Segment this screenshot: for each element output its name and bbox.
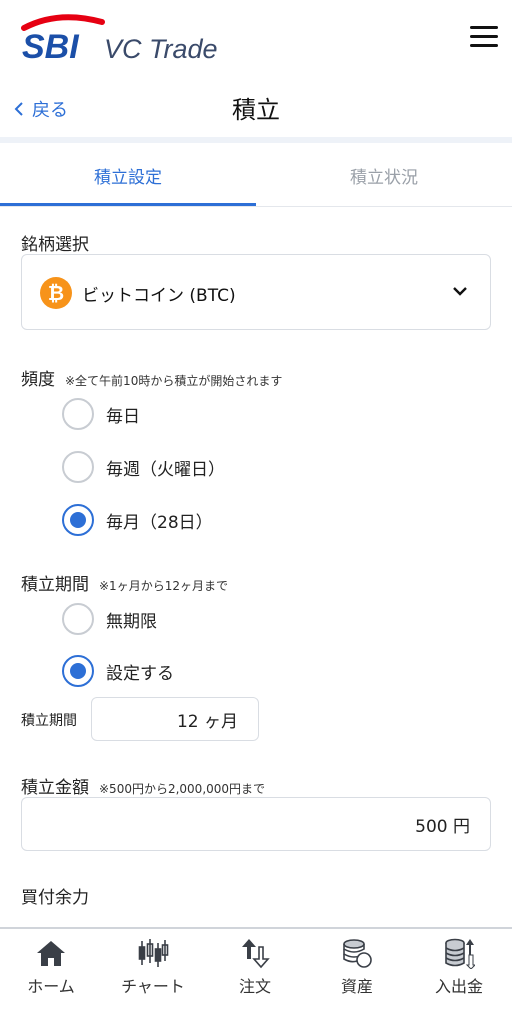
menu-button[interactable] — [470, 26, 498, 48]
radio-set-period[interactable] — [62, 655, 94, 687]
radio-label: 設定する — [106, 663, 174, 684]
sbi-vc-trade-logo[interactable]: SBI VC Trade — [18, 12, 238, 68]
active-tab-indicator — [0, 203, 256, 206]
menu-icon-bar — [470, 44, 498, 47]
home-icon — [37, 941, 65, 966]
frequency-option-daily[interactable]: 毎日 — [62, 397, 140, 431]
order-icon — [242, 939, 270, 969]
tab-bar: 積立設定 積立状況 — [0, 143, 512, 207]
radio-label: 毎週（火曜日） — [106, 459, 225, 480]
bottom-nav-order[interactable]: 注文 — [204, 929, 306, 1004]
bottom-nav-label: ホーム — [27, 977, 75, 996]
radio-label: 毎日 — [106, 406, 140, 427]
bottom-nav-label: 資産 — [340, 977, 373, 996]
chart-icon — [138, 939, 169, 967]
assets-icon — [343, 939, 372, 968]
page-title: 積立 — [232, 96, 280, 124]
radio-daily[interactable] — [62, 398, 94, 430]
frequency-option-monthly[interactable]: 毎月（28日） — [62, 503, 213, 537]
logo-vctrade-text: VC Trade — [104, 34, 218, 64]
tab-status[interactable]: 積立状況 — [256, 143, 512, 207]
period-option-set[interactable]: 設定する — [62, 654, 174, 688]
nav-bar: 戻る 積立 — [0, 80, 512, 136]
frequency-label: 頻度 — [21, 370, 55, 390]
app-header: SBI VC Trade — [0, 0, 512, 80]
amount-note: ※500円から2,000,000円まで — [99, 782, 266, 796]
chevron-down-icon — [453, 287, 467, 296]
bottom-nav-chart[interactable]: チャート — [102, 929, 204, 1004]
bottom-nav-deposit-withdraw[interactable]: 入出金 — [408, 929, 510, 1004]
frequency-note: ※全て午前10時から積立が開始されます — [65, 374, 283, 388]
symbol-select[interactable]: ₿ ビットコイン (BTC) — [21, 254, 491, 330]
menu-icon-bar — [470, 35, 498, 38]
frequency-option-weekly[interactable]: 毎週（火曜日） — [62, 450, 225, 484]
bottom-nav-label: チャート — [121, 977, 185, 996]
period-option-unlimited[interactable]: 無期限 — [62, 602, 157, 636]
bottom-nav-home[interactable]: ホーム — [0, 929, 102, 1004]
bitcoin-icon: ₿ — [40, 277, 72, 309]
radio-monthly[interactable] — [62, 504, 94, 536]
amount-input[interactable]: 500 円 — [21, 797, 491, 851]
amount-label: 積立金額 — [21, 778, 89, 798]
logo-sbi-text: SBI — [22, 28, 80, 66]
period-label: 積立期間 — [21, 575, 89, 595]
radio-label: 無期限 — [106, 611, 157, 632]
period-note: ※1ヶ月から12ヶ月まで — [99, 579, 228, 593]
symbol-label: 銘柄選択 — [21, 235, 89, 255]
bottom-nav-label: 入出金 — [434, 977, 483, 996]
buying-power-label: 買付余力 — [21, 888, 89, 908]
frequency-heading: 頻度 ※全て午前10時から積立が開始されます — [21, 365, 282, 390]
amount-heading: 積立金額 ※500円から2,000,000円まで — [21, 773, 265, 798]
radio-label: 毎月（28日） — [106, 512, 213, 533]
bottom-nav-label: 注文 — [238, 977, 271, 996]
menu-icon-bar — [470, 26, 498, 29]
deposit-withdraw-icon — [445, 938, 475, 969]
period-input-label: 積立期間 — [21, 713, 77, 729]
period-input[interactable]: 12 ヶ月 — [91, 697, 259, 741]
bottom-nav-assets[interactable]: 資産 — [306, 929, 408, 1004]
symbol-selected-value: ビットコイン (BTC) — [82, 286, 236, 306]
radio-weekly[interactable] — [62, 451, 94, 483]
radio-unlimited[interactable] — [62, 603, 94, 635]
period-heading: 積立期間 ※1ヶ月から12ヶ月まで — [21, 570, 228, 595]
bottom-nav: ホーム チャート 注文 資産 入出金 — [0, 927, 512, 1024]
tab-settings[interactable]: 積立設定 — [0, 143, 256, 207]
